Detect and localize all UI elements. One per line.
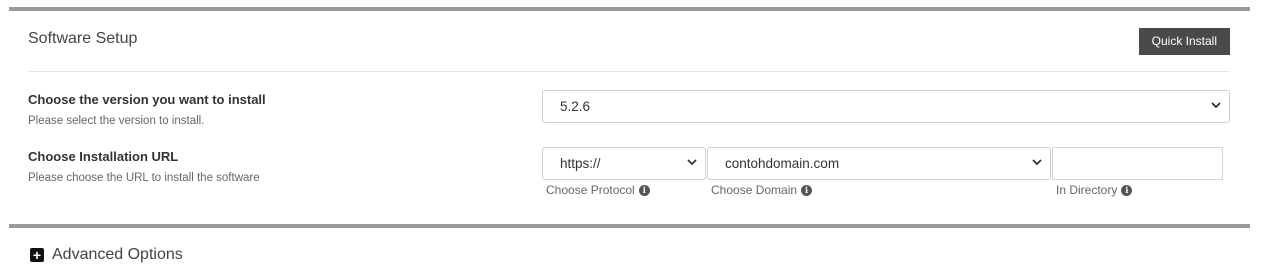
divider [28, 71, 1230, 72]
version-label: Choose the version you want to install [28, 92, 266, 107]
install-url-label: Choose Installation URL [28, 149, 179, 164]
info-icon[interactable]: i [638, 184, 650, 196]
domain-caption: Choose Domain i [711, 183, 813, 197]
chevron-down-icon [687, 148, 697, 166]
domain-select[interactable]: contohdomain.com [707, 147, 1051, 180]
software-setup-panel: Software Setup Quick Install Choose the … [9, 7, 1250, 228]
info-icon[interactable]: i [1121, 184, 1133, 196]
domain-caption-text: Choose Domain [711, 183, 798, 197]
domain-select-value: contohdomain.com [725, 156, 840, 171]
install-url-help: Please choose the URL to install the sof… [28, 172, 260, 184]
version-select[interactable]: 5.2.6 [542, 90, 1230, 123]
advanced-options-toggle[interactable]: + Advanced Options [30, 246, 183, 264]
directory-caption: In Directory i [1056, 183, 1133, 197]
protocol-caption-text: Choose Protocol [546, 183, 635, 197]
protocol-caption: Choose Protocol i [546, 183, 650, 197]
quick-install-button[interactable]: Quick Install [1138, 28, 1230, 55]
directory-input[interactable] [1052, 147, 1223, 180]
chevron-down-icon [1032, 148, 1042, 166]
advanced-options-label: Advanced Options [52, 246, 183, 263]
version-select-value: 5.2.6 [560, 99, 591, 114]
info-icon[interactable]: i [801, 184, 813, 196]
protocol-select[interactable]: https:// [542, 147, 706, 180]
protocol-select-value: https:// [560, 156, 601, 171]
directory-caption-text: In Directory [1056, 183, 1118, 197]
chevron-down-icon [1211, 91, 1221, 109]
panel-title: Software Setup [28, 30, 138, 47]
plus-square-icon: + [30, 248, 44, 262]
version-help: Please select the version to install. [28, 115, 205, 127]
